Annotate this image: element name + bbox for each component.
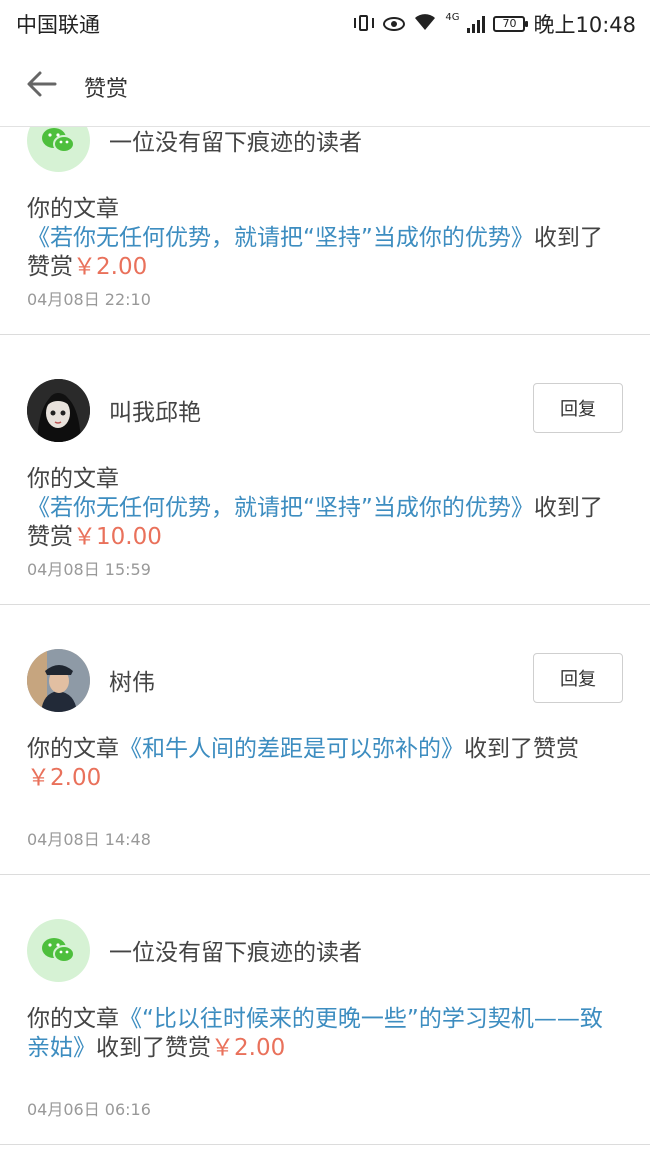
reader-name: 一位没有留下痕迹的读者	[109, 130, 362, 156]
clock: 晚上10:48	[533, 13, 636, 37]
vibrate-icon	[353, 14, 375, 34]
reply-button[interactable]: 回复	[533, 653, 623, 703]
reward-message: 你的文章《“比以往时候来的更晚一些”的学习契机——致亲姑》收到了赞赏￥2.00	[27, 1005, 620, 1063]
carrier-label: 中国联通	[16, 13, 100, 37]
wechat-icon	[27, 127, 90, 172]
article-link[interactable]: 《若你无任何优势，就请把“坚持”当成你的优势》	[27, 495, 534, 521]
message-prefix: 你的文章	[27, 196, 119, 222]
list-item[interactable]: 一位没有留下痕迹的读者 你的文章《“比以往时候来的更晚一些”的学习契机——致亲姑…	[0, 875, 650, 1145]
reward-message: 你的文章《若你无任何优势，就请把“坚持”当成你的优势》收到了赞赏￥10.00	[27, 465, 620, 552]
reward-amount: ￥10.00	[73, 524, 162, 550]
reward-message: 你的文章《若你无任何优势，就请把“坚持”当成你的优势》收到了赞赏￥2.00	[27, 195, 620, 282]
reward-time: 04月08日 22:10	[27, 290, 151, 309]
status-icons: 4G 70 晚上10:48	[353, 9, 636, 39]
user-avatar[interactable]	[27, 379, 90, 442]
status-bar: 中国联通 4G 70 晚上10:48	[0, 0, 650, 44]
list-item[interactable]: 一位没有留下痕迹的读者 你的文章《若你无任何优势，就请把“坚持”当成你的优势》收…	[0, 127, 650, 335]
message-suffix: 收到了赞赏	[96, 1035, 211, 1061]
reward-amount: ￥2.00	[27, 765, 102, 791]
message-prefix: 你的文章	[27, 736, 119, 762]
reward-message: 你的文章《和牛人间的差距是可以弥补的》收到了赞赏 ￥2.00	[27, 735, 620, 793]
reward-time: 04月08日 15:59	[27, 560, 151, 579]
reply-button[interactable]: 回复	[533, 383, 623, 433]
page-title: 赞赏	[84, 77, 129, 102]
wifi-icon	[413, 13, 437, 36]
message-prefix: 你的文章	[27, 466, 119, 492]
network-type-icon: 4G	[445, 11, 460, 23]
reward-time: 04月08日 14:48	[27, 830, 151, 849]
reader-name: 树伟	[109, 670, 155, 696]
eye-comfort-icon	[383, 17, 406, 31]
reader-name: 叫我邱艳	[109, 400, 201, 426]
signal-icon	[467, 15, 486, 33]
reward-list[interactable]: 一位没有留下痕迹的读者 你的文章《若你无任何优势，就请把“坚持”当成你的优势》收…	[0, 127, 650, 1156]
reward-time: 04月06日 06:16	[27, 1100, 151, 1119]
battery-icon: 70	[493, 16, 529, 32]
reward-amount: ￥2.00	[211, 1035, 286, 1061]
arrow-left-icon[interactable]	[24, 66, 60, 102]
article-link[interactable]: 《和牛人间的差距是可以弥补的》	[119, 736, 464, 762]
reward-amount: ￥2.00	[73, 254, 148, 280]
reader-name: 一位没有留下痕迹的读者	[109, 940, 362, 966]
article-link[interactable]: 《若你无任何优势，就请把“坚持”当成你的优势》	[27, 225, 534, 251]
list-item[interactable]: 叫我邱艳 回复 你的文章《若你无任何优势，就请把“坚持”当成你的优势》收到了赞赏…	[0, 335, 650, 605]
message-suffix: 收到了赞赏	[464, 736, 579, 762]
list-item[interactable]: 树伟 回复 你的文章《和牛人间的差距是可以弥补的》收到了赞赏 ￥2.00 04月0…	[0, 605, 650, 875]
user-avatar[interactable]	[27, 649, 90, 712]
app-header: 赞赏	[0, 44, 650, 127]
wechat-icon	[27, 919, 90, 982]
message-prefix: 你的文章	[27, 1006, 119, 1032]
